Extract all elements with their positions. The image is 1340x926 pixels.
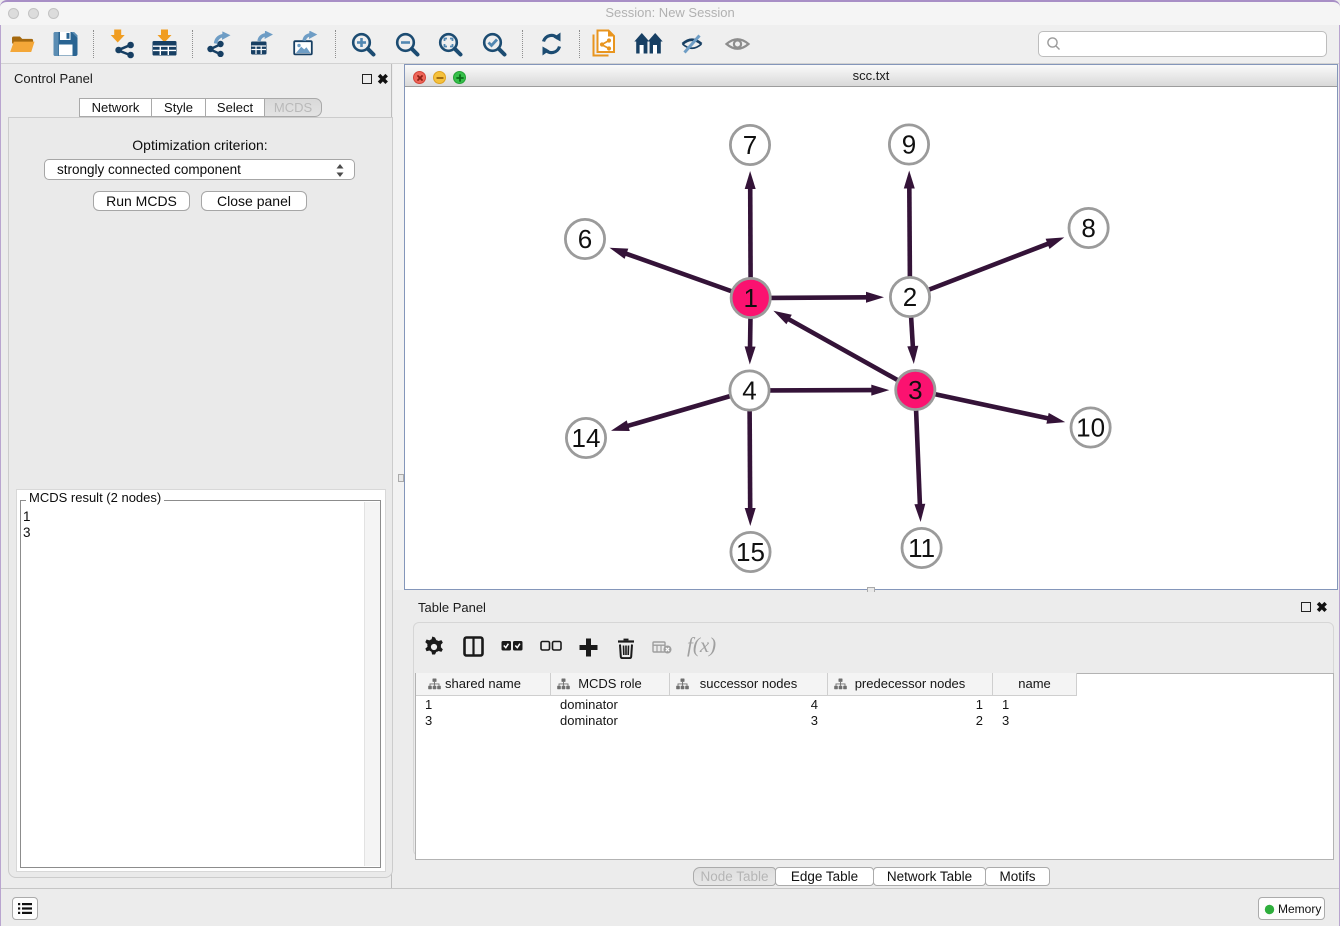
svg-text:11: 11 [908, 533, 935, 563]
svg-text:4: 4 [742, 376, 756, 406]
svg-text:14: 14 [572, 423, 601, 453]
svg-text:7: 7 [743, 130, 757, 160]
svg-text:6: 6 [578, 224, 592, 254]
svg-text:8: 8 [1081, 213, 1095, 243]
svg-text:3: 3 [908, 375, 922, 405]
svg-text:1: 1 [743, 283, 757, 313]
svg-text:9: 9 [902, 130, 916, 160]
svg-text:10: 10 [1076, 413, 1105, 443]
svg-text:15: 15 [736, 537, 765, 567]
svg-text:2: 2 [903, 282, 917, 312]
